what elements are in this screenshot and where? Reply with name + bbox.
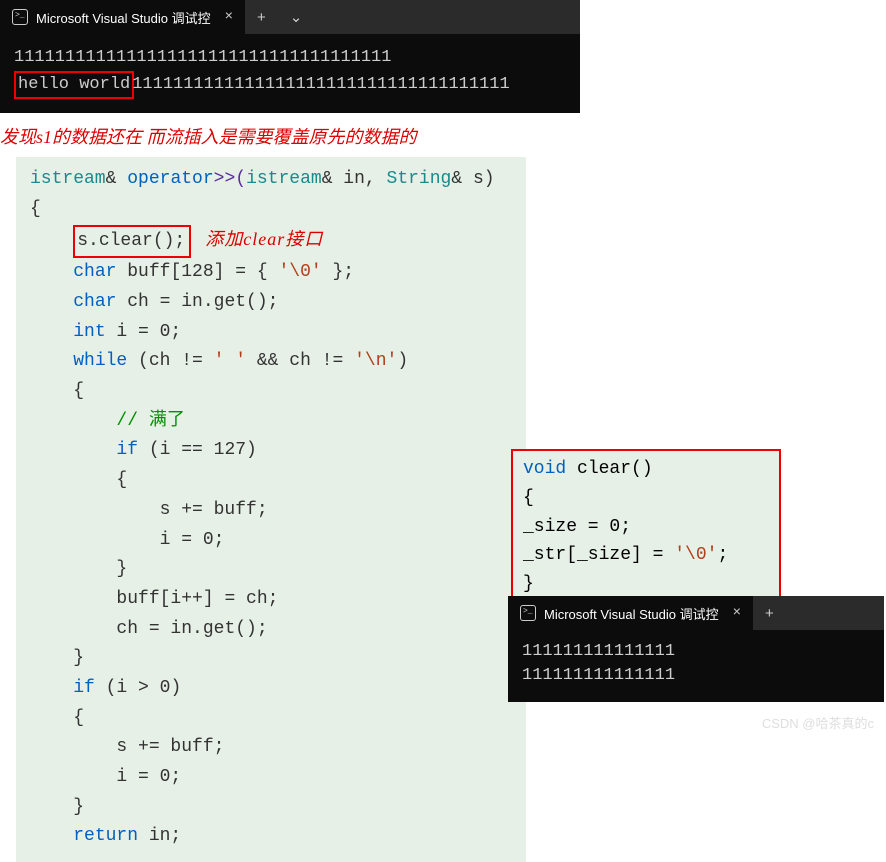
- code-snippet-operator: istream& operator>>(istream& in, String&…: [16, 157, 526, 862]
- add-tab-button[interactable]: +: [753, 605, 786, 622]
- add-tab-button[interactable]: +: [245, 9, 278, 26]
- terminal-icon: [520, 605, 536, 621]
- terminal-tab[interactable]: Microsoft Visual Studio 调试控 ×: [508, 596, 753, 630]
- close-icon[interactable]: ×: [225, 9, 233, 25]
- clear-annotation: 添加clear接口: [205, 229, 323, 249]
- tabbar: Microsoft Visual Studio 调试控 × + ⌄: [0, 0, 580, 34]
- output-line: 1111111111111111111111111111111111111: [14, 46, 566, 71]
- terminal-window-1: Microsoft Visual Studio 调试控 × + ⌄ 111111…: [0, 0, 580, 113]
- output-line: 111111111111111: [522, 640, 870, 664]
- tab-title: Microsoft Visual Studio 调试控: [544, 604, 719, 623]
- terminal-tab[interactable]: Microsoft Visual Studio 调试控 ×: [0, 0, 245, 34]
- tab-dropdown-icon[interactable]: ⌄: [278, 8, 315, 26]
- console-output: 1111111111111111111111111111111111111 he…: [0, 34, 580, 113]
- output-line: hello world11111111111111111111111111111…: [14, 71, 566, 100]
- close-icon[interactable]: ×: [733, 605, 741, 621]
- code-snippet-clear: void clear() { _size = 0; _str[_size] = …: [511, 449, 781, 607]
- watermark: CSDN @哈茶真的c: [762, 713, 874, 732]
- highlighted-text: hello world: [14, 71, 134, 100]
- terminal-window-2: Microsoft Visual Studio 调试控 × + 11111111…: [508, 596, 884, 702]
- terminal-icon: [12, 9, 28, 25]
- tab-title: Microsoft Visual Studio 调试控: [36, 8, 211, 27]
- console-output: 111111111111111 111111111111111: [508, 630, 884, 702]
- highlighted-clear-call: s.clear();: [73, 225, 191, 259]
- output-line: 111111111111111: [522, 664, 870, 688]
- annotation-text: 发现s1的数据还在 而流插入是需要覆盖原先的数据的: [0, 113, 886, 157]
- tabbar: Microsoft Visual Studio 调试控 × +: [508, 596, 884, 630]
